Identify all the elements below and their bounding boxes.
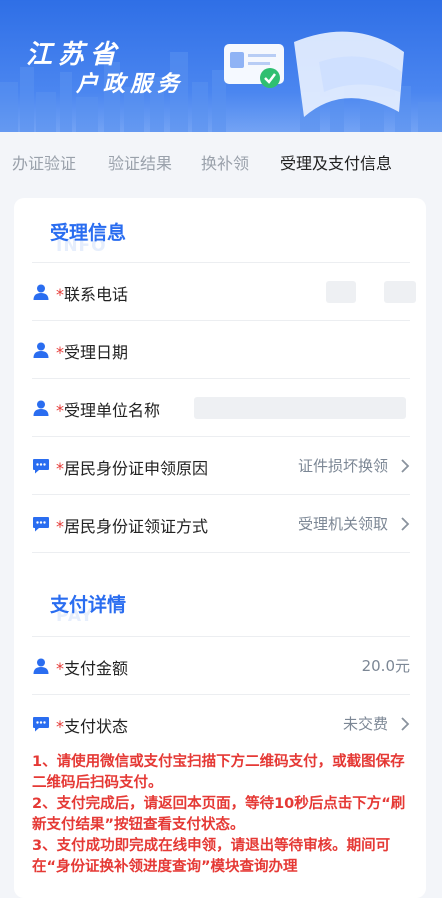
- person-icon: [33, 658, 49, 674]
- row-accept-date: *受理日期: [32, 320, 410, 379]
- pay-status-value: 未交费: [342, 715, 388, 733]
- accept-unit-label: 受理单位名称: [64, 401, 161, 420]
- pay-amount-value: 20.0元: [361, 657, 410, 675]
- apply-reason-label: 居民身份证申领原因: [64, 459, 209, 478]
- row-label: *支付金额: [56, 655, 128, 679]
- row-pay-status[interactable]: *支付状态 未交费: [32, 694, 410, 753]
- message-icon: [33, 517, 49, 532]
- row-pay-amount: *支付金额 20.0元: [32, 636, 410, 695]
- row-label: *联系电话: [56, 281, 128, 305]
- person-icon: [33, 342, 49, 358]
- row-label: *受理日期: [56, 339, 128, 363]
- chevron-right-icon: [401, 717, 410, 731]
- required-mark: *: [56, 343, 64, 362]
- chevron-right-icon: [401, 459, 410, 473]
- tab-bar: 办证验证 验证结果 换补领 受理及支付信息: [0, 132, 442, 190]
- redacted-value: [326, 281, 356, 303]
- person-icon: [33, 284, 49, 300]
- banner-title-service: 户政服务: [76, 72, 185, 97]
- required-mark: *: [56, 717, 64, 736]
- row-contact-phone: *联系电话: [32, 262, 416, 321]
- required-mark: *: [56, 659, 64, 678]
- collection-method-label: 居民身份证领证方式: [64, 517, 209, 536]
- tab-verify-result[interactable]: 验证结果: [108, 150, 172, 174]
- pay-amount-label: 支付金额: [64, 659, 129, 678]
- divider: [32, 552, 410, 553]
- pay-status-label: 支付状态: [64, 717, 129, 736]
- person-icon: [33, 400, 49, 416]
- apply-reason-value: 证件损坏换领: [297, 457, 388, 475]
- message-icon: [33, 717, 49, 732]
- row-label: *支付状态: [56, 713, 128, 737]
- row-apply-reason[interactable]: *居民身份证申领原因 证件损坏换领: [32, 436, 410, 495]
- accept-date-label: 受理日期: [64, 343, 129, 362]
- redacted-value: [194, 397, 406, 419]
- tab-replace-reissue[interactable]: 换补领: [201, 150, 249, 174]
- tab-accept-payment-info[interactable]: 受理及支付信息: [280, 150, 392, 174]
- instruction-1: 1、请使用微信或支付宝扫描下方二维码支付，或截图保存二维码后扫码支付。: [32, 754, 405, 791]
- required-mark: *: [56, 459, 64, 478]
- row-label: *居民身份证领证方式: [56, 513, 208, 537]
- tab-license-verify[interactable]: 办证验证: [12, 150, 76, 174]
- chevron-right-icon: [401, 517, 410, 531]
- redacted-value: [384, 281, 416, 303]
- instruction-2: 2、支付完成后，请返回本页面，等待10秒后点击下方“刷新支付结果”按钮查看支付状…: [32, 796, 406, 833]
- required-mark: *: [56, 517, 64, 536]
- info-card: INFO 受理信息 *联系电话 *受理日期 *受理单位名称 *居民身份证申领原因…: [14, 198, 426, 898]
- contact-phone-label: 联系电话: [64, 285, 129, 304]
- row-collection-method[interactable]: *居民身份证领证方式 受理机关领取: [32, 494, 410, 553]
- payment-instructions: 1、请使用微信或支付宝扫描下方二维码支付，或截图保存二维码后扫码支付。 2、支付…: [32, 752, 412, 878]
- row-accept-unit: *受理单位名称: [32, 378, 410, 437]
- required-mark: *: [56, 401, 64, 420]
- row-label: *受理单位名称: [56, 397, 160, 421]
- message-icon: [33, 459, 49, 474]
- instruction-3: 3、支付成功即完成在线申领，请退出等待审核。期间可在“身份证换补领进度查询”模块…: [32, 838, 391, 875]
- section-title-accept-info: 受理信息: [50, 222, 127, 244]
- section-title-pay-details: 支付详情: [50, 594, 127, 616]
- required-mark: *: [56, 285, 64, 304]
- collection-method-value: 受理机关领取: [297, 515, 388, 533]
- id-card-document-illustration: [224, 31, 404, 117]
- row-label: *居民身份证申领原因: [56, 455, 208, 479]
- header-banner: 江苏省 户政服务: [0, 0, 442, 132]
